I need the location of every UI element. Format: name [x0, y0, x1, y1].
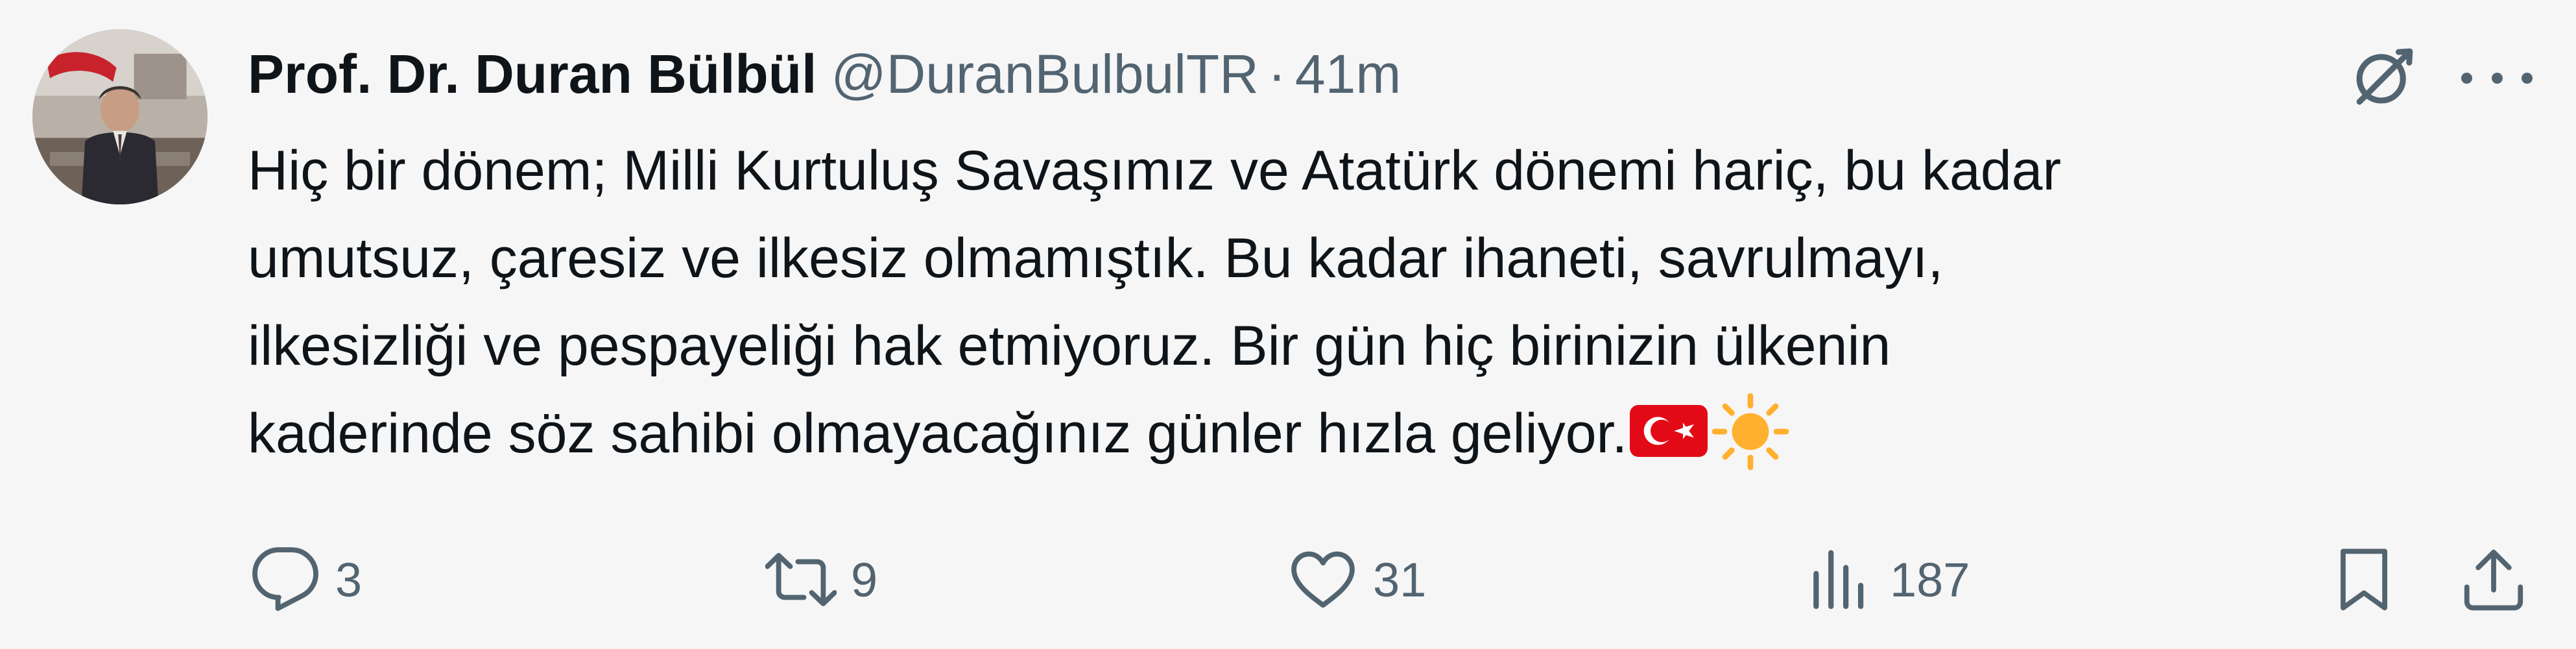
bookmark-icon — [2341, 548, 2387, 611]
author-handle[interactable]: @DuranBulbulTR — [831, 34, 1259, 115]
reply-button[interactable]: 3 — [250, 544, 362, 615]
tweet-text-line: ilkesizliği ve pespayeliği hak etmiyoruz… — [248, 315, 1891, 377]
avatar-photo — [32, 29, 208, 204]
reply-count: 3 — [335, 552, 363, 607]
more-dot — [2461, 72, 2472, 84]
tweet-text-line: umutsuz, çaresiz ve ilkesiz olmamıştık. … — [248, 227, 1944, 289]
tweet-header: Prof. Dr. Duran Bülbül @DuranBulbulTR · … — [248, 34, 1401, 115]
retweet-button[interactable]: 9 — [765, 544, 877, 615]
tweet-card[interactable]: Prof. Dr. Duran Bülbül @DuranBulbulTR · … — [0, 0, 2576, 649]
tweet-text-line: Hiç bir dönem; Milli Kurtuluş Savaşımız … — [248, 140, 2062, 202]
like-button[interactable]: 31 — [1287, 544, 1426, 615]
views-button[interactable]: 187 — [1804, 544, 1970, 615]
more-dot — [2491, 72, 2503, 84]
tweet-text-line: kaderinde söz sahibi olmayacağınız günle… — [248, 402, 1628, 465]
grok-icon[interactable] — [2346, 39, 2421, 114]
author-name[interactable]: Prof. Dr. Duran Bülbül — [248, 34, 817, 115]
retweet-icon — [765, 552, 837, 607]
views-count: 187 — [1890, 552, 1970, 607]
more-options-icon[interactable] — [2461, 45, 2533, 110]
retweet-count: 9 — [851, 552, 878, 607]
tweet-text: Hiç bir dönem; Milli Kurtuluş Savaşımız … — [248, 127, 2518, 478]
turkey-flag-icon — [1630, 405, 1708, 457]
tweet-actions: 3 9 31 187 — [0, 544, 2576, 615]
bookmark-button[interactable] — [2328, 544, 2400, 615]
more-dot — [2522, 72, 2533, 84]
reply-icon — [252, 547, 318, 611]
sun-icon — [1711, 393, 1789, 471]
share-icon — [2464, 549, 2523, 611]
separator-dot: · — [1267, 43, 1286, 104]
heart-icon — [1291, 551, 1355, 608]
avatar[interactable] — [32, 29, 208, 204]
timestamp[interactable]: 41m — [1295, 34, 1401, 115]
share-button[interactable] — [2458, 544, 2529, 615]
like-count: 31 — [1373, 552, 1427, 607]
tweet-text-line-last: kaderinde söz sahibi olmayacağınız günle… — [248, 390, 2518, 478]
views-icon — [1813, 550, 1864, 609]
